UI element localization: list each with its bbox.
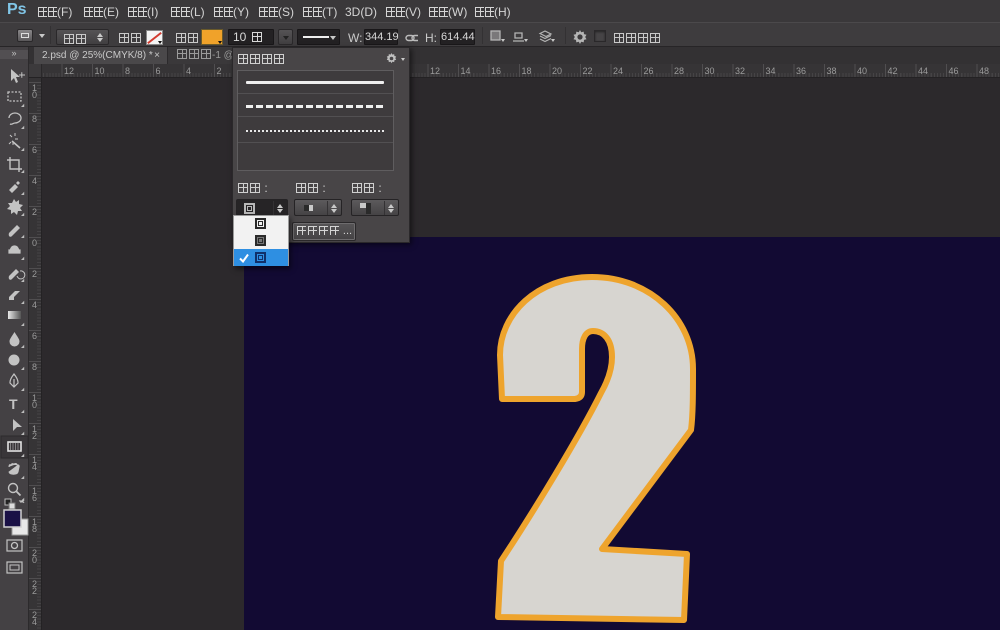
svg-text:T: T [9,396,18,412]
